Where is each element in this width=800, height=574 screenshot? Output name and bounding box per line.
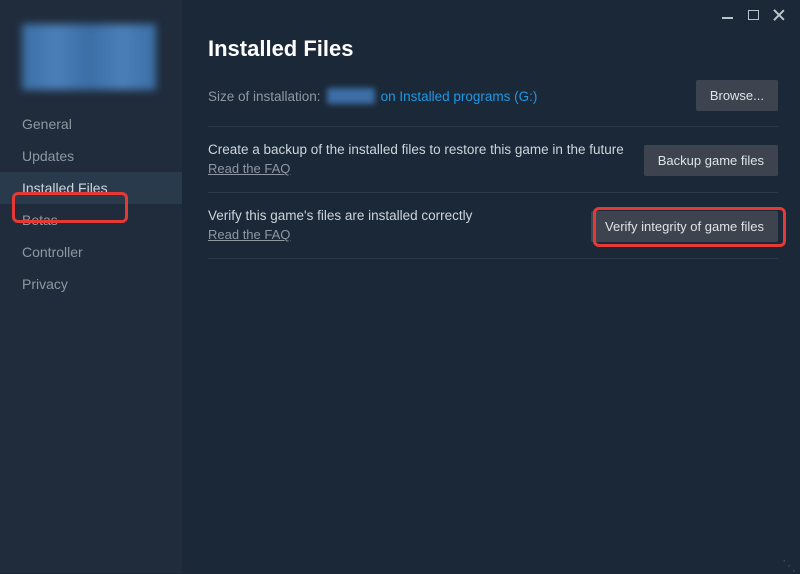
minimize-button[interactable] (720, 8, 734, 22)
install-disk-link[interactable]: on Installed programs (G:) (381, 89, 538, 104)
install-size-label: Size of installation: (208, 89, 321, 104)
verify-button[interactable]: Verify integrity of game files (591, 211, 778, 242)
backup-faq-link[interactable]: Read the FAQ (208, 161, 290, 176)
backup-text: Create a backup of the installed files t… (208, 141, 628, 178)
install-size-row: Size of installation: on Installed progr… (208, 88, 778, 104)
window-controls (706, 0, 800, 30)
maximize-button[interactable] (746, 8, 760, 22)
verify-section: Verify this game's files are installed c… (208, 207, 778, 259)
close-button[interactable] (772, 8, 786, 22)
nav-list: General Updates Installed Files Betas Co… (0, 108, 182, 300)
game-artwork (22, 24, 156, 90)
verify-text: Verify this game's files are installed c… (208, 207, 575, 244)
sidebar-item-updates[interactable]: Updates (0, 140, 182, 172)
minimize-icon (722, 17, 733, 19)
sidebar-item-controller[interactable]: Controller (0, 236, 182, 268)
verify-faq-link[interactable]: Read the FAQ (208, 227, 290, 242)
backup-section: Create a backup of the installed files t… (208, 141, 778, 193)
sidebar-item-betas[interactable]: Betas (0, 204, 182, 236)
backup-button[interactable]: Backup game files (644, 145, 778, 176)
backup-desc: Create a backup of the installed files t… (208, 141, 628, 159)
divider (208, 126, 778, 127)
browse-button[interactable]: Browse... (696, 80, 778, 111)
main-panel: Installed Files Size of installation: on… (182, 0, 800, 573)
resize-handle[interactable] (784, 557, 796, 569)
sidebar-item-installed-files[interactable]: Installed Files (0, 172, 182, 204)
page-title: Installed Files (208, 36, 778, 62)
sidebar-item-general[interactable]: General (0, 108, 182, 140)
close-icon (773, 9, 785, 21)
install-size-value-redacted (327, 88, 375, 104)
verify-desc: Verify this game's files are installed c… (208, 207, 575, 225)
sidebar: General Updates Installed Files Betas Co… (0, 0, 182, 573)
sidebar-item-privacy[interactable]: Privacy (0, 268, 182, 300)
maximize-icon (748, 10, 759, 20)
